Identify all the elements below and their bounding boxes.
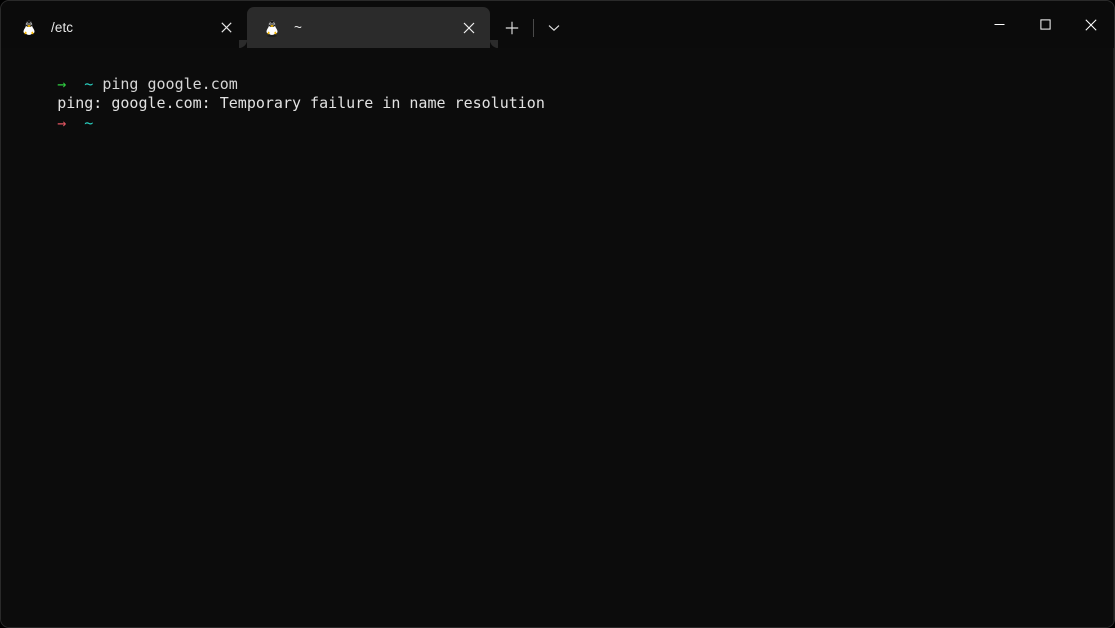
- minimize-icon: [994, 24, 1004, 25]
- window-caption-controls: [976, 1, 1114, 48]
- prompt-path: ~: [84, 113, 94, 132]
- terminal-line-command: → ~ ping google.com: [3, 55, 1114, 93]
- maximize-icon: [1039, 19, 1051, 30]
- tab-etc-label: /etc: [51, 20, 74, 35]
- plus-icon: [505, 21, 519, 34]
- terminal-output-area[interactable]: → ~ ping google.com ping: google.com: Te…: [1, 48, 1114, 627]
- tab-home[interactable]: ~: [239, 7, 498, 48]
- tab-actions-divider: [533, 18, 534, 37]
- chevron-down-icon: [548, 24, 560, 31]
- close-window-button[interactable]: [1068, 1, 1114, 48]
- prompt-path: ~: [84, 74, 94, 93]
- minimize-button[interactable]: [976, 1, 1022, 48]
- command-text: ping google.com: [102, 74, 238, 93]
- output-text: ping: google.com: Temporary failure in n…: [57, 94, 545, 112]
- close-icon: [1085, 18, 1097, 31]
- tux-linux-icon: [23, 20, 35, 37]
- close-icon: [220, 22, 232, 33]
- new-tab-button[interactable]: [496, 13, 528, 43]
- close-icon: [463, 22, 475, 33]
- tab-etc[interactable]: /etc: [4, 7, 247, 48]
- tab-etc-close-icon[interactable]: [211, 13, 241, 43]
- window-right-edge: [1113, 48, 1114, 627]
- prompt-arrow-icon: →: [57, 113, 67, 132]
- terminal-window: /etc ~ → ~ ping google.com ping: google.…: [0, 0, 1115, 628]
- tab-strip: /etc ~: [1, 1, 569, 48]
- prompt-arrow-icon: →: [57, 74, 67, 93]
- maximize-button[interactable]: [1022, 1, 1068, 48]
- tab-dropdown-button[interactable]: [539, 13, 569, 43]
- title-bar[interactable]: /etc ~: [1, 1, 1114, 48]
- tab-bar-actions: [490, 7, 569, 48]
- tab-home-close-icon[interactable]: [454, 13, 484, 43]
- tux-linux-icon: [266, 20, 278, 37]
- tab-home-label: ~: [294, 20, 302, 35]
